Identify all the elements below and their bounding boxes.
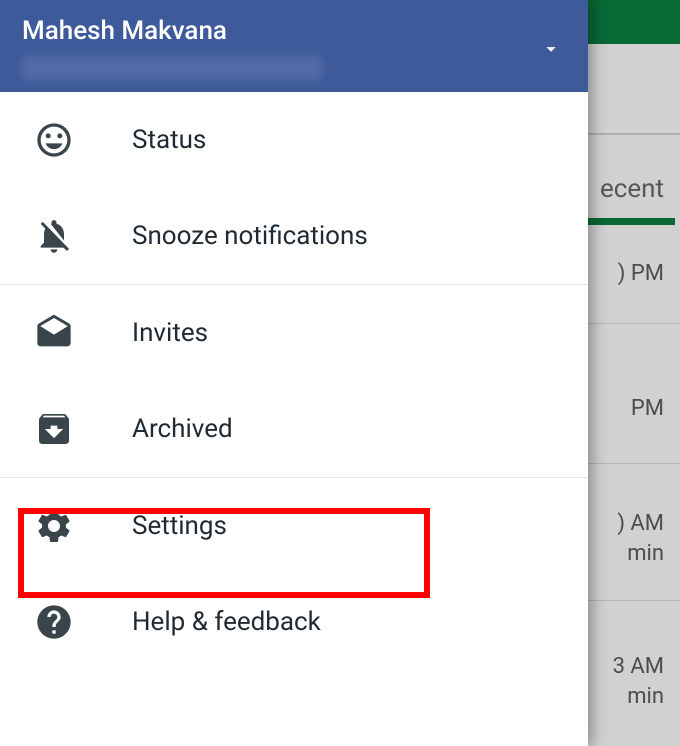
navigation-drawer: Mahesh Makvana Status Snooze notificatio… — [0, 0, 588, 746]
drawer-menu-list: Status Snooze notifications Invites Arch… — [0, 92, 588, 746]
smiley-icon — [32, 118, 76, 162]
account-dropdown-icon[interactable] — [540, 38, 562, 64]
menu-item-label: Archived — [132, 414, 233, 444]
menu-item-help[interactable]: Help & feedback — [0, 574, 588, 670]
menu-item-archived[interactable]: Archived — [0, 381, 588, 477]
account-name: Mahesh Makvana — [22, 16, 566, 46]
archive-icon — [32, 407, 76, 451]
menu-item-snooze[interactable]: Snooze notifications — [0, 188, 588, 284]
menu-item-label: Snooze notifications — [132, 221, 368, 251]
menu-item-label: Invites — [132, 318, 208, 348]
menu-item-status[interactable]: Status — [0, 92, 588, 188]
help-icon — [32, 600, 76, 644]
bell-off-icon — [32, 214, 76, 258]
menu-item-label: Help & feedback — [132, 607, 321, 637]
gear-icon — [32, 504, 76, 548]
menu-item-settings[interactable]: Settings — [0, 478, 588, 574]
menu-item-invites[interactable]: Invites — [0, 285, 588, 381]
menu-item-label: Settings — [132, 511, 227, 541]
menu-item-label: Status — [132, 125, 206, 155]
drawer-account-header[interactable]: Mahesh Makvana — [0, 0, 588, 92]
account-email-blurred — [22, 56, 322, 80]
envelope-open-icon — [32, 311, 76, 355]
